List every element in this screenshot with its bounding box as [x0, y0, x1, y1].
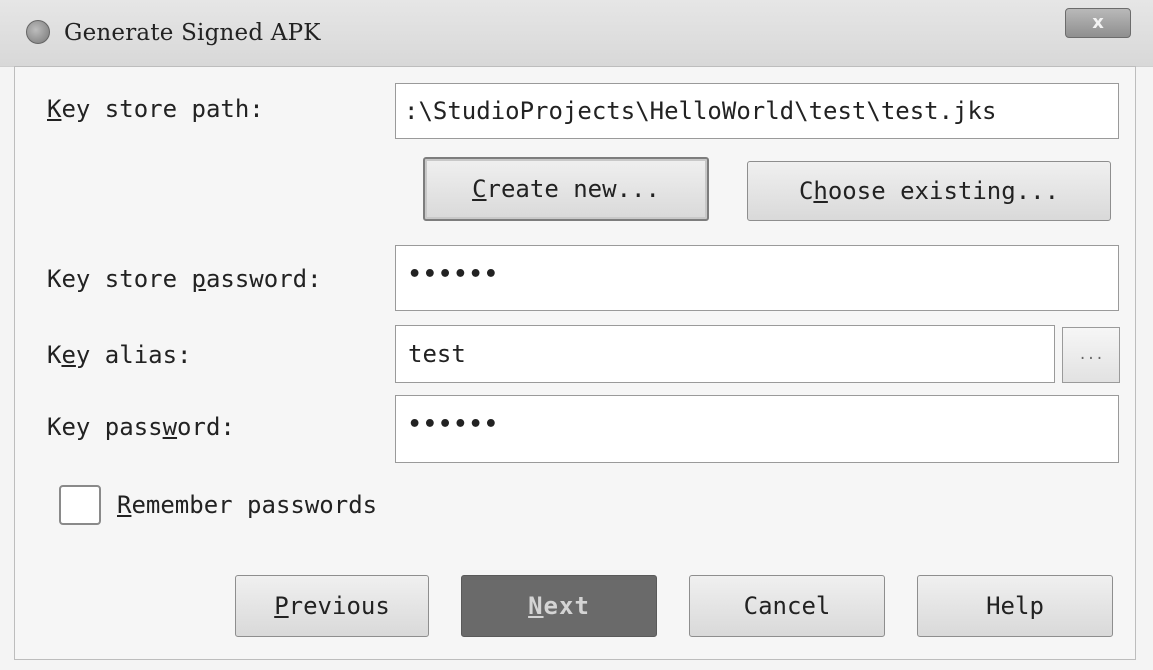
generate-signed-apk-dialog: Generate Signed APK x Key store path: :\… [0, 0, 1153, 670]
title-bar: Generate Signed APK x [0, 0, 1153, 67]
key-store-path-field[interactable]: :\StudioProjects\HelloWorld\test\test.jk… [395, 83, 1119, 139]
help-button[interactable]: Help [917, 575, 1113, 637]
remember-passwords-label: Remember passwords [117, 491, 378, 519]
create-new-button[interactable]: Create new... [423, 157, 709, 221]
key-store-path-label: Key store path: [47, 95, 264, 123]
dialog-content: Key store path: :\StudioProjects\HelloWo… [14, 66, 1136, 660]
key-store-password-field[interactable]: •••••• [395, 245, 1119, 311]
browse-alias-button[interactable]: ... [1062, 327, 1120, 383]
window-title: Generate Signed APK [64, 20, 321, 46]
cancel-button[interactable]: Cancel [689, 575, 885, 637]
next-button[interactable]: Next [461, 575, 657, 637]
close-button[interactable]: x [1065, 8, 1131, 38]
remember-passwords-checkbox[interactable] [59, 485, 101, 525]
key-alias-label: Key alias: [47, 341, 192, 369]
choose-existing-button[interactable]: Choose existing... [747, 161, 1111, 221]
key-store-password-label: Key store password: [47, 265, 322, 293]
key-password-label: Key password: [47, 413, 235, 441]
key-password-field[interactable]: •••••• [395, 395, 1119, 463]
previous-button[interactable]: Previous [235, 575, 429, 637]
app-icon [26, 20, 50, 44]
key-alias-field[interactable]: test [395, 325, 1055, 383]
